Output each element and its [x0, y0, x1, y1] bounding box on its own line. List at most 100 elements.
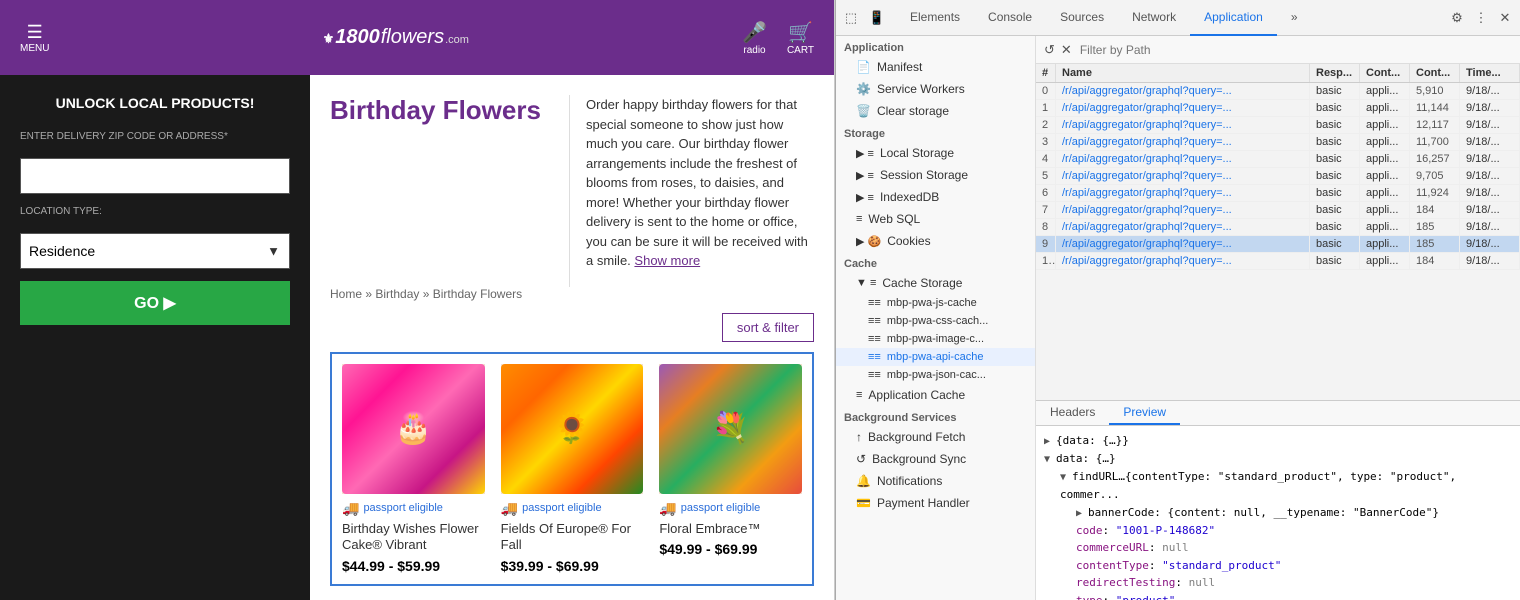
notifications-icon: 🔔 [856, 474, 871, 488]
product-image-1: 🎂 [342, 364, 485, 494]
sidebar-item-clear-storage[interactable]: 🗑️ Clear storage [836, 100, 1035, 122]
table-row[interactable]: 8 /r/api/aggregator/graphql?query=... ba… [1036, 219, 1520, 236]
table-row[interactable]: 6 /r/api/aggregator/graphql?query=... ba… [1036, 185, 1520, 202]
sidebar-item-manifest[interactable]: 📄 Manifest [836, 56, 1035, 78]
product-card-1[interactable]: 🎂 🚚 passport eligible Birthday Wishes Fl… [334, 356, 493, 583]
sidebar-item-pwa-image-cache[interactable]: ≡≡ mbp-pwa-image-c... [836, 330, 1035, 348]
sidebar-item-pwa-css-cache[interactable]: ≡≡ mbp-pwa-css-cach... [836, 312, 1035, 330]
table-row[interactable]: 7 /r/api/aggregator/graphql?query=... ba… [1036, 202, 1520, 219]
json-expand-icon[interactable]: ▶ [1076, 508, 1088, 519]
app-section-background-services: Background Services [836, 406, 1035, 426]
radio-button[interactable]: 🎤 radio [742, 20, 767, 56]
device-toolbar-icon[interactable]: 📱 [866, 7, 888, 29]
show-more-link[interactable]: Show more [634, 253, 700, 268]
settings-icon[interactable]: ⚙ [1446, 7, 1468, 29]
tab-console[interactable]: Console [974, 0, 1046, 36]
sidebar-item-indexeddb[interactable]: ▶ ≡ IndexedDB [836, 186, 1035, 208]
cell-time: 9/18/... [1460, 253, 1520, 269]
sidebar-item-pwa-json-cache[interactable]: ≡≡ mbp-pwa-json-cac... [836, 366, 1035, 384]
json-key: type [1076, 594, 1103, 600]
tab-preview[interactable]: Preview [1109, 401, 1180, 425]
json-expand-icon[interactable]: ▶ [1044, 436, 1056, 447]
more-options-icon[interactable]: ⋮ [1470, 7, 1492, 29]
app-section-cache: Cache [836, 252, 1035, 272]
product-card-2[interactable]: 🌻 🚚 passport eligible Fields Of Europe® … [493, 356, 652, 583]
go-button[interactable]: GO ▶ [20, 281, 290, 325]
sidebar-item-service-workers[interactable]: ⚙️ Service Workers [836, 78, 1035, 100]
table-row[interactable]: 9 /r/api/aggregator/graphql?query=... ba… [1036, 236, 1520, 253]
clear-filter-icon[interactable]: ✕ [1061, 42, 1072, 58]
sidebar-item-application-cache[interactable]: ≡ Application Cache [836, 384, 1035, 406]
sort-filter-button[interactable]: sort & filter [722, 313, 814, 342]
header-logo[interactable]: ⚜ 1800 flowers .com [323, 26, 469, 49]
cell-size: 184 [1410, 253, 1460, 269]
logo-com: .com [445, 34, 469, 46]
table-body: 0 /r/api/aggregator/graphql?query=... ba… [1036, 83, 1520, 270]
table-row[interactable]: 5 /r/api/aggregator/graphql?query=... ba… [1036, 168, 1520, 185]
cart-button[interactable]: 🛒 CART [787, 20, 814, 56]
json-collapse-icon[interactable]: ▼ [1060, 472, 1072, 483]
sidebar-item-background-sync[interactable]: ↺ Background Sync [836, 448, 1035, 470]
tab-more[interactable]: » [1277, 0, 1312, 36]
filter-input[interactable] [1080, 43, 1512, 57]
product-card-3[interactable]: 💐 🚚 passport eligible Floral Embrace™ $4… [651, 356, 810, 583]
cache-table: # Name Resp... Cont... Cont... Time... 0… [1036, 64, 1520, 400]
breadcrumb-home[interactable]: Home [330, 287, 362, 301]
zip-label: ENTER DELIVERY ZIP CODE OR ADDRESS* [20, 131, 290, 142]
json-key: contentType [1076, 559, 1149, 572]
content-area: Birthday Flowers Order happy birthday fl… [310, 75, 834, 600]
table-row[interactable]: 2 /r/api/aggregator/graphql?query=... ba… [1036, 117, 1520, 134]
sidebar-item-local-storage[interactable]: ▶ ≡ Local Storage [836, 142, 1035, 164]
sidebar-item-pwa-api-cache[interactable]: ≡≡ mbp-pwa-api-cache [836, 348, 1035, 366]
tab-application[interactable]: Application [1190, 0, 1277, 36]
tab-sources[interactable]: Sources [1046, 0, 1118, 36]
cell-name: /r/api/aggregator/graphql?query=... [1056, 151, 1310, 167]
local-storage-icon: ▶ ≡ [856, 147, 874, 160]
json-collapse-icon[interactable]: ▼ [1044, 454, 1056, 465]
zip-input[interactable] [20, 158, 290, 194]
delivery-sidebar: UNLOCK LOCAL PRODUCTS! ENTER DELIVERY ZI… [0, 75, 310, 600]
cell-num: 9 [1036, 236, 1056, 252]
sidebar-item-payment-handler[interactable]: 💳 Payment Handler [836, 492, 1035, 514]
sidebar-item-session-storage[interactable]: ▶ ≡ Session Storage [836, 164, 1035, 186]
table-header: # Name Resp... Cont... Cont... Time... [1036, 64, 1520, 83]
tab-elements[interactable]: Elements [896, 0, 974, 36]
cell-resp: basic [1310, 151, 1360, 167]
cell-size: 12,117 [1410, 117, 1460, 133]
table-row[interactable]: 4 /r/api/aggregator/graphql?query=... ba… [1036, 151, 1520, 168]
tab-network[interactable]: Network [1118, 0, 1190, 36]
cell-cont1: appli... [1360, 253, 1410, 269]
sidebar-item-background-fetch[interactable]: ↑ Background Fetch [836, 426, 1035, 448]
sidebar-item-notifications[interactable]: 🔔 Notifications [836, 470, 1035, 492]
refresh-icon[interactable]: ↺ [1044, 42, 1055, 58]
table-row[interactable]: 0 /r/api/aggregator/graphql?query=... ba… [1036, 83, 1520, 100]
sidebar-item-pwa-js-cache[interactable]: ≡≡ mbp-pwa-js-cache [836, 294, 1035, 312]
service-workers-icon: ⚙️ [856, 82, 871, 96]
table-row[interactable]: 10 /r/api/aggregator/graphql?query=... b… [1036, 253, 1520, 270]
inspect-element-icon[interactable]: ⬚ [840, 7, 862, 29]
logo-icon: ⚜ [323, 31, 335, 47]
filter-row: sort & filter [330, 313, 814, 342]
location-select[interactable]: Residence Business [20, 233, 290, 269]
cell-cont1: appli... [1360, 151, 1410, 167]
devtools-right-icons: ⚙ ⋮ ✕ [1446, 7, 1516, 29]
cell-time: 9/18/... [1460, 202, 1520, 218]
header-menu[interactable]: ☰ MENU [20, 22, 49, 54]
tab-headers[interactable]: Headers [1036, 401, 1109, 425]
breadcrumb-birthday[interactable]: Birthday [375, 287, 419, 301]
product-img-flower-2: 🌻 [501, 364, 644, 494]
sidebar-item-cache-storage[interactable]: ▼ ≡ Cache Storage [836, 272, 1035, 294]
preview-line: ▶ bannerCode: {content: null, __typename… [1076, 504, 1512, 522]
cell-num: 8 [1036, 219, 1056, 235]
sidebar-item-web-sql[interactable]: ≡ Web SQL [836, 208, 1035, 230]
sidebar-item-cookies[interactable]: ▶ 🍪 Cookies [836, 230, 1035, 252]
cell-name: /r/api/aggregator/graphql?query=... [1056, 219, 1310, 235]
cell-cont1: appli... [1360, 134, 1410, 150]
table-row[interactable]: 1 /r/api/aggregator/graphql?query=... ba… [1036, 100, 1520, 117]
bottom-pane: Headers Preview ▶ {data: {…}}▼ data: {…}… [1036, 400, 1520, 600]
close-devtools-icon[interactable]: ✕ [1494, 7, 1516, 29]
cell-resp: basic [1310, 100, 1360, 116]
preview-line: redirectTesting: null [1076, 574, 1512, 592]
table-row[interactable]: 3 /r/api/aggregator/graphql?query=... ba… [1036, 134, 1520, 151]
passport-badge-2: 🚚 passport eligible [501, 500, 644, 517]
